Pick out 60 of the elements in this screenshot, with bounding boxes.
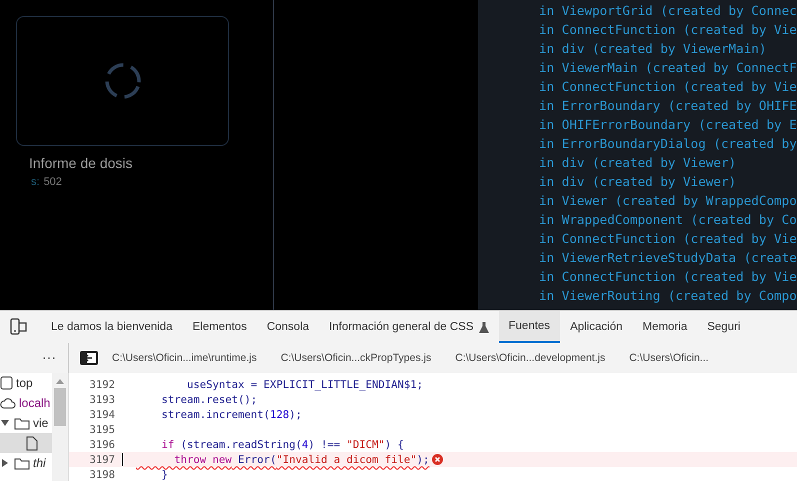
code-line: if (stream.readString(4) !== "DICM") { [160, 438, 404, 450]
device-icon[interactable] [9, 318, 29, 336]
line-number: 3194 [88, 408, 115, 420]
file-tab[interactable]: C:\Users\Oficin...ckPropTypes.js [280, 352, 456, 364]
devtools-tab[interactable]: Elementos [182, 311, 257, 343]
tree-item[interactable]: vie [0, 413, 52, 433]
console-line: in ErrorBoundary (created by OHIFE [539, 97, 797, 115]
frame-icon [0, 376, 13, 390]
tree-item[interactable] [0, 433, 52, 453]
folder-icon [14, 456, 30, 470]
code-line: useSyntax = EXPLICIT_LITTLE_ENDIAN$1; [186, 378, 424, 390]
study-title: Informe de dosis [29, 155, 134, 171]
console-line: in ConnectFunction (created by Vie [539, 230, 797, 248]
line-number: 3193 [88, 394, 115, 406]
series-label: s: [31, 176, 40, 188]
tree-item[interactable]: localh [0, 393, 52, 413]
console-line: in ViewportGrid (created by Connec [539, 2, 797, 20]
code-line: stream.increment(128); [160, 408, 302, 420]
devtools-tab[interactable]: Fuentes [498, 311, 560, 343]
console-line: in div (created by ViewerMain) [539, 40, 768, 58]
console-line: in ConnectFunction (created by Vie [539, 21, 797, 39]
console-line: in ViewerRetrieveStudyData (create [539, 249, 797, 267]
file-tab[interactable]: C:\Users\Oficin...development.js [455, 352, 630, 364]
more-button[interactable]: ··· [0, 343, 68, 373]
folder-icon [14, 416, 30, 430]
thumbnail-card[interactable] [16, 16, 229, 146]
devtools-tab[interactable]: Consola [256, 311, 320, 343]
error-icon [432, 454, 444, 465]
devtools-tab[interactable]: Seguri [697, 311, 750, 343]
devtools-tab[interactable]: Le damos la bienvenida [41, 311, 182, 343]
console-line: in ErrorBoundaryDialog (created by [539, 135, 797, 153]
tree-item[interactable]: top [0, 373, 52, 393]
line-number: 3192 [88, 378, 115, 390]
file-icon [26, 436, 38, 450]
devtools-tab[interactable]: Memoria [632, 311, 698, 343]
line-number: 3195 [88, 424, 115, 436]
code-line: throw new Error("Invalid a dicom file"); [173, 454, 430, 466]
devtools-tab[interactable]: Aplicación [560, 311, 632, 343]
code-line: stream.reset(); [160, 394, 258, 406]
file-tab[interactable]: C:\Users\Oficin...ime\runtime.js [112, 352, 281, 364]
console-line: in div (created by Viewer) [539, 154, 738, 172]
console-line: in ViewerRouting (created by Compo [539, 287, 797, 305]
console-line: in WrappedComponent (created by Co [539, 211, 797, 229]
line-number: 3197 [88, 454, 115, 466]
sidebar-toggle-icon[interactable] [80, 351, 98, 365]
console-line: in ViewerMain (created by ConnectF [539, 59, 797, 77]
file-tab[interactable]: C:\Users\Oficin... [629, 352, 709, 364]
scrollbar-thumb[interactable] [54, 388, 66, 426]
devtools-tab[interactable]: Información general de CSS [319, 311, 498, 343]
console-line: in ConnectFunction (created by Vie [539, 78, 797, 96]
tree-item[interactable]: thi [0, 453, 52, 473]
cloud-icon [0, 397, 16, 409]
line-number: 3196 [88, 438, 115, 450]
code-line: } [160, 468, 168, 480]
console-line: in Viewer (created by WrappedCompo [539, 192, 797, 210]
series-count: 502 [44, 176, 62, 188]
console-line: in div (created by Viewer) [539, 173, 738, 191]
line-number: 3198 [88, 468, 115, 480]
console-line: in ConnectFunction (created by Vie [539, 268, 797, 286]
console-line: in OHIFErrorBoundary (created by E [539, 116, 797, 134]
